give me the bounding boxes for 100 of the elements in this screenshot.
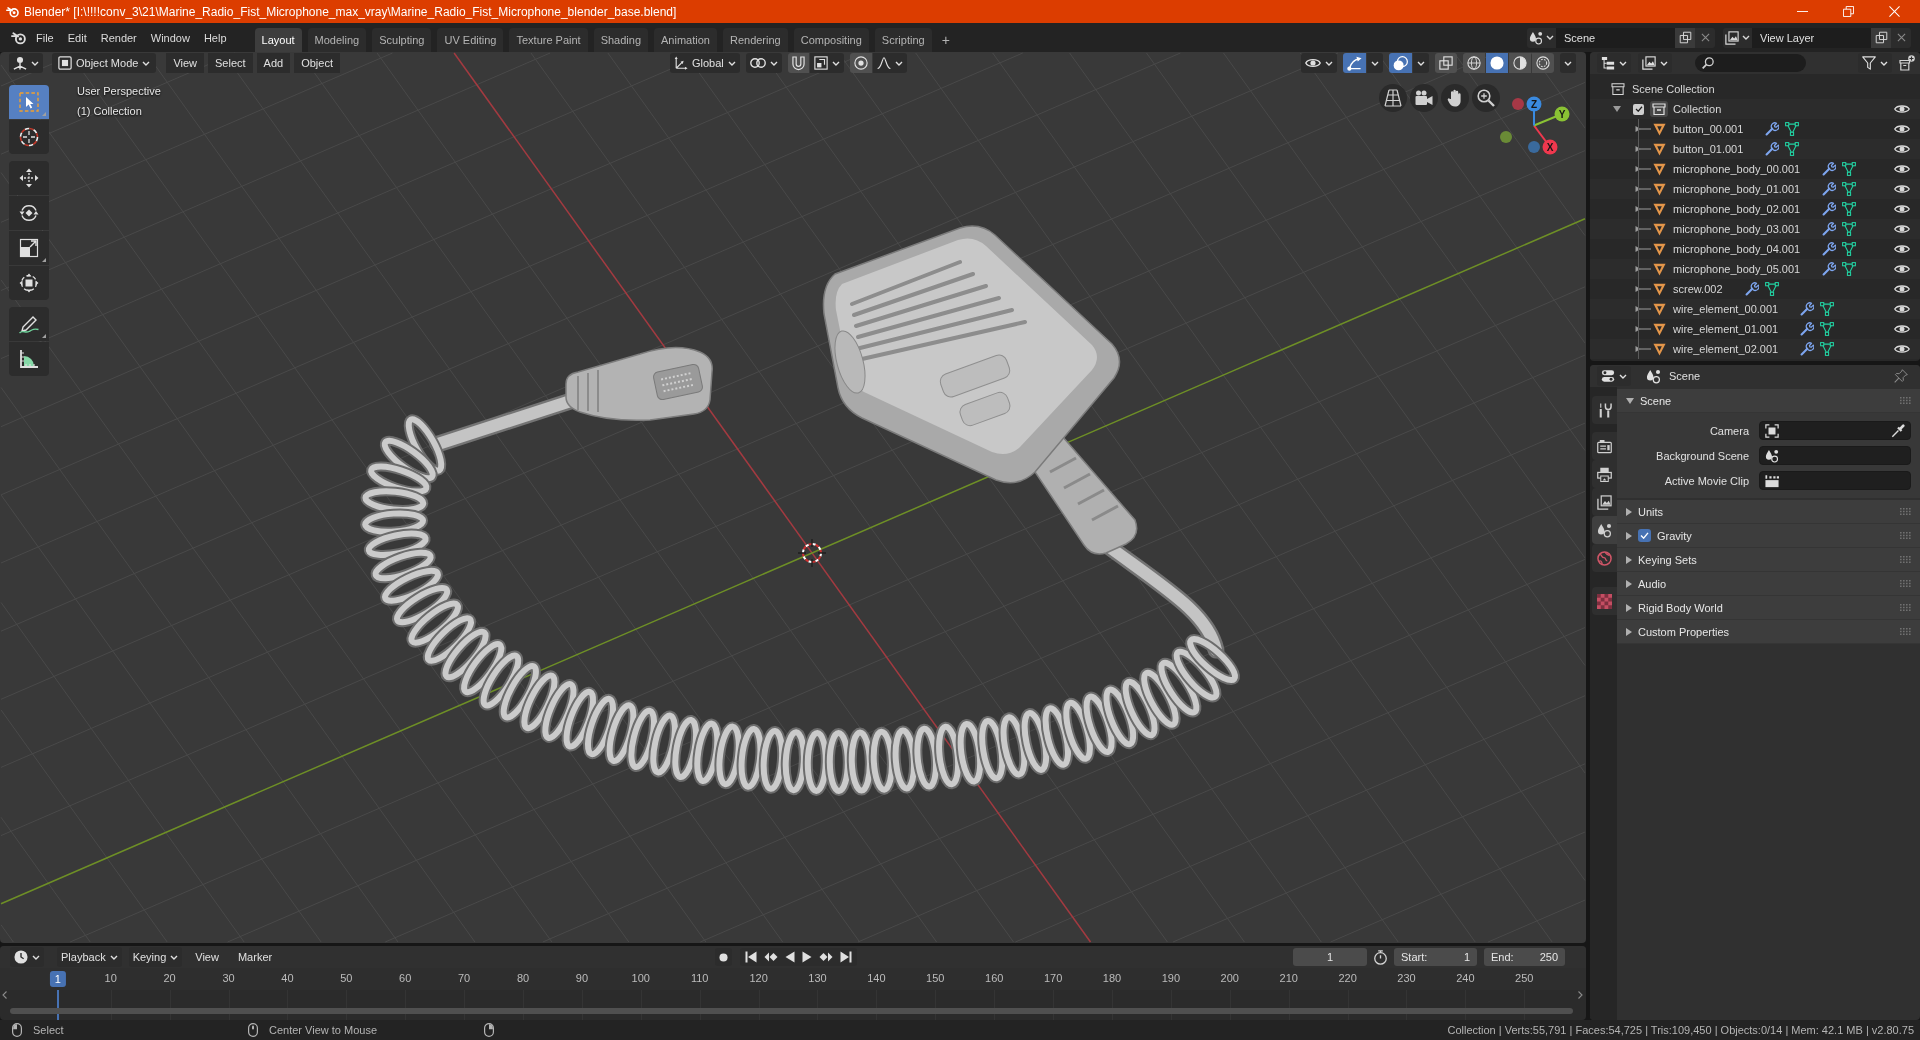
disclosure-arrow-icon[interactable]: [1635, 165, 1651, 173]
eye-icon[interactable]: [1894, 244, 1910, 254]
eye-icon[interactable]: [1894, 184, 1910, 194]
checkbox[interactable]: [1633, 103, 1644, 115]
eye-icon[interactable]: [1894, 164, 1910, 174]
scene-field[interactable]: [1759, 446, 1911, 465]
browse-dropdown[interactable]: [1723, 27, 1752, 48]
eye-icon[interactable]: [1894, 324, 1910, 334]
shading-button[interactable]: [1509, 53, 1531, 73]
menu-item[interactable]: File: [29, 28, 61, 47]
gizmo-dropdown[interactable]: [1367, 53, 1383, 73]
proportional-toggle[interactable]: [849, 53, 872, 73]
xray-toggle[interactable]: [1435, 53, 1457, 73]
scrollbar[interactable]: [10, 1008, 1573, 1014]
wrench-icon[interactable]: [1822, 242, 1837, 256]
outliner-row[interactable]: button_00.001: [1590, 119, 1920, 139]
falloff-dropdown[interactable]: [872, 53, 907, 73]
overlay-toggle[interactable]: [1389, 53, 1412, 73]
eye-icon[interactable]: [1894, 264, 1910, 274]
disclosure-arrow-icon[interactable]: [1635, 125, 1651, 133]
outliner-row[interactable]: Scene Collection: [1590, 79, 1920, 99]
annotate-tool[interactable]: [9, 307, 49, 341]
disclosure-arrow-icon[interactable]: [1635, 325, 1651, 333]
panel-header[interactable]: Rigid Body World: [1617, 596, 1920, 620]
mesh-data-icon[interactable]: [1764, 282, 1779, 296]
disclosure-arrow-icon[interactable]: [1635, 285, 1651, 293]
workspace-tab[interactable]: Scripting: [874, 28, 932, 52]
disclosure-arrow-icon[interactable]: [1635, 265, 1651, 273]
drag-handle-icon[interactable]: [1900, 556, 1911, 563]
record-button[interactable]: [714, 948, 732, 966]
shading-button[interactable]: [1486, 53, 1508, 73]
wrench-icon[interactable]: [1744, 282, 1759, 296]
workspace-tab[interactable]: Modeling: [307, 28, 367, 52]
restore-icon[interactable]: [1843, 6, 1854, 17]
skip-end-icon[interactable]: [839, 951, 852, 963]
new-collection-icon[interactable]: [1899, 55, 1915, 71]
menu-dropdown[interactable]: Playback: [57, 947, 122, 967]
menu-dropdown[interactable]: Keying: [128, 947, 183, 967]
mesh-data-icon[interactable]: [1785, 122, 1800, 136]
rotate-tool[interactable]: [9, 196, 49, 230]
name-field[interactable]: Scene: [1556, 27, 1675, 48]
move-tool[interactable]: [9, 161, 49, 195]
editor-type-dropdown[interactable]: [1597, 53, 1631, 73]
disclosure-arrow-icon[interactable]: [1635, 145, 1651, 153]
workspace-tab[interactable]: Layout: [254, 28, 302, 52]
mesh-data-icon[interactable]: [1820, 342, 1835, 356]
disclosure-arrow-icon[interactable]: [1635, 245, 1651, 253]
scale-tool[interactable]: [9, 231, 49, 265]
wrench-icon[interactable]: [1822, 182, 1837, 196]
outliner-row[interactable]: microphone_body_00.001: [1590, 159, 1920, 179]
play-reverse-icon[interactable]: [784, 951, 795, 963]
properties-tab[interactable]: [1592, 396, 1617, 424]
properties-tab[interactable]: [1592, 488, 1617, 516]
wrench-icon[interactable]: [1800, 302, 1815, 316]
camera-icon[interactable]: [1410, 84, 1438, 112]
shading-dropdown[interactable]: [1560, 53, 1576, 73]
mesh-data-icon[interactable]: [1842, 222, 1857, 236]
outliner-row[interactable]: wire_element_00.001: [1590, 299, 1920, 319]
transform-tool[interactable]: [9, 266, 49, 300]
mesh-data-icon[interactable]: [1842, 262, 1857, 276]
mesh-data-icon[interactable]: [1842, 202, 1857, 216]
duplicate-button[interactable]: [1871, 27, 1891, 48]
editor-type-dropdown[interactable]: [10, 947, 44, 967]
unlink-button[interactable]: [1695, 27, 1715, 48]
drag-handle-icon[interactable]: [1900, 628, 1911, 635]
wrench-icon[interactable]: [1765, 122, 1780, 136]
outliner-row[interactable]: microphone_body_03.001: [1590, 219, 1920, 239]
properties-tab[interactable]: [1592, 432, 1617, 460]
display-mode-dropdown[interactable]: [1638, 53, 1672, 73]
movie-clip-field[interactable]: [1759, 471, 1911, 490]
browse-dropdown[interactable]: [1527, 27, 1556, 48]
pin-icon[interactable]: [1894, 369, 1908, 383]
wrench-icon[interactable]: [1800, 342, 1815, 356]
wrench-icon[interactable]: [1822, 162, 1837, 176]
outliner-row[interactable]: screw.002: [1590, 279, 1920, 299]
mesh-data-icon[interactable]: [1842, 182, 1857, 196]
wrench-icon[interactable]: [1765, 142, 1780, 156]
eye-icon[interactable]: [1894, 204, 1910, 214]
menu-item[interactable]: Render: [93, 28, 144, 47]
outliner-row[interactable]: wire_element_01.001: [1590, 319, 1920, 339]
current-frame-indicator[interactable]: 1: [49, 971, 66, 987]
workspace-tab[interactable]: Shading: [593, 28, 649, 52]
measure-tool[interactable]: [9, 342, 49, 376]
menu-item[interactable]: Marker: [231, 951, 279, 963]
mode-dropdown[interactable]: Object Mode: [52, 53, 157, 73]
cursor-tool[interactable]: [9, 120, 49, 154]
checkbox[interactable]: [1638, 529, 1651, 542]
drag-handle-icon[interactable]: [1900, 532, 1911, 539]
menu-item[interactable]: View: [166, 53, 205, 73]
select-box-tool[interactable]: [9, 85, 49, 119]
chevron-right-icon[interactable]: [1578, 991, 1583, 999]
orientation-dropdown[interactable]: Global: [670, 53, 740, 73]
panel-header[interactable]: Scene: [1617, 389, 1920, 413]
snap-target-dropdown[interactable]: [809, 53, 844, 73]
duplicate-button[interactable]: [1675, 27, 1695, 48]
menu-item[interactable]: Window: [143, 28, 197, 47]
mesh-data-icon[interactable]: [1820, 322, 1835, 336]
menu-item[interactable]: Select: [208, 53, 253, 73]
name-field[interactable]: View Layer: [1752, 27, 1871, 48]
wrench-icon[interactable]: [1822, 202, 1837, 216]
